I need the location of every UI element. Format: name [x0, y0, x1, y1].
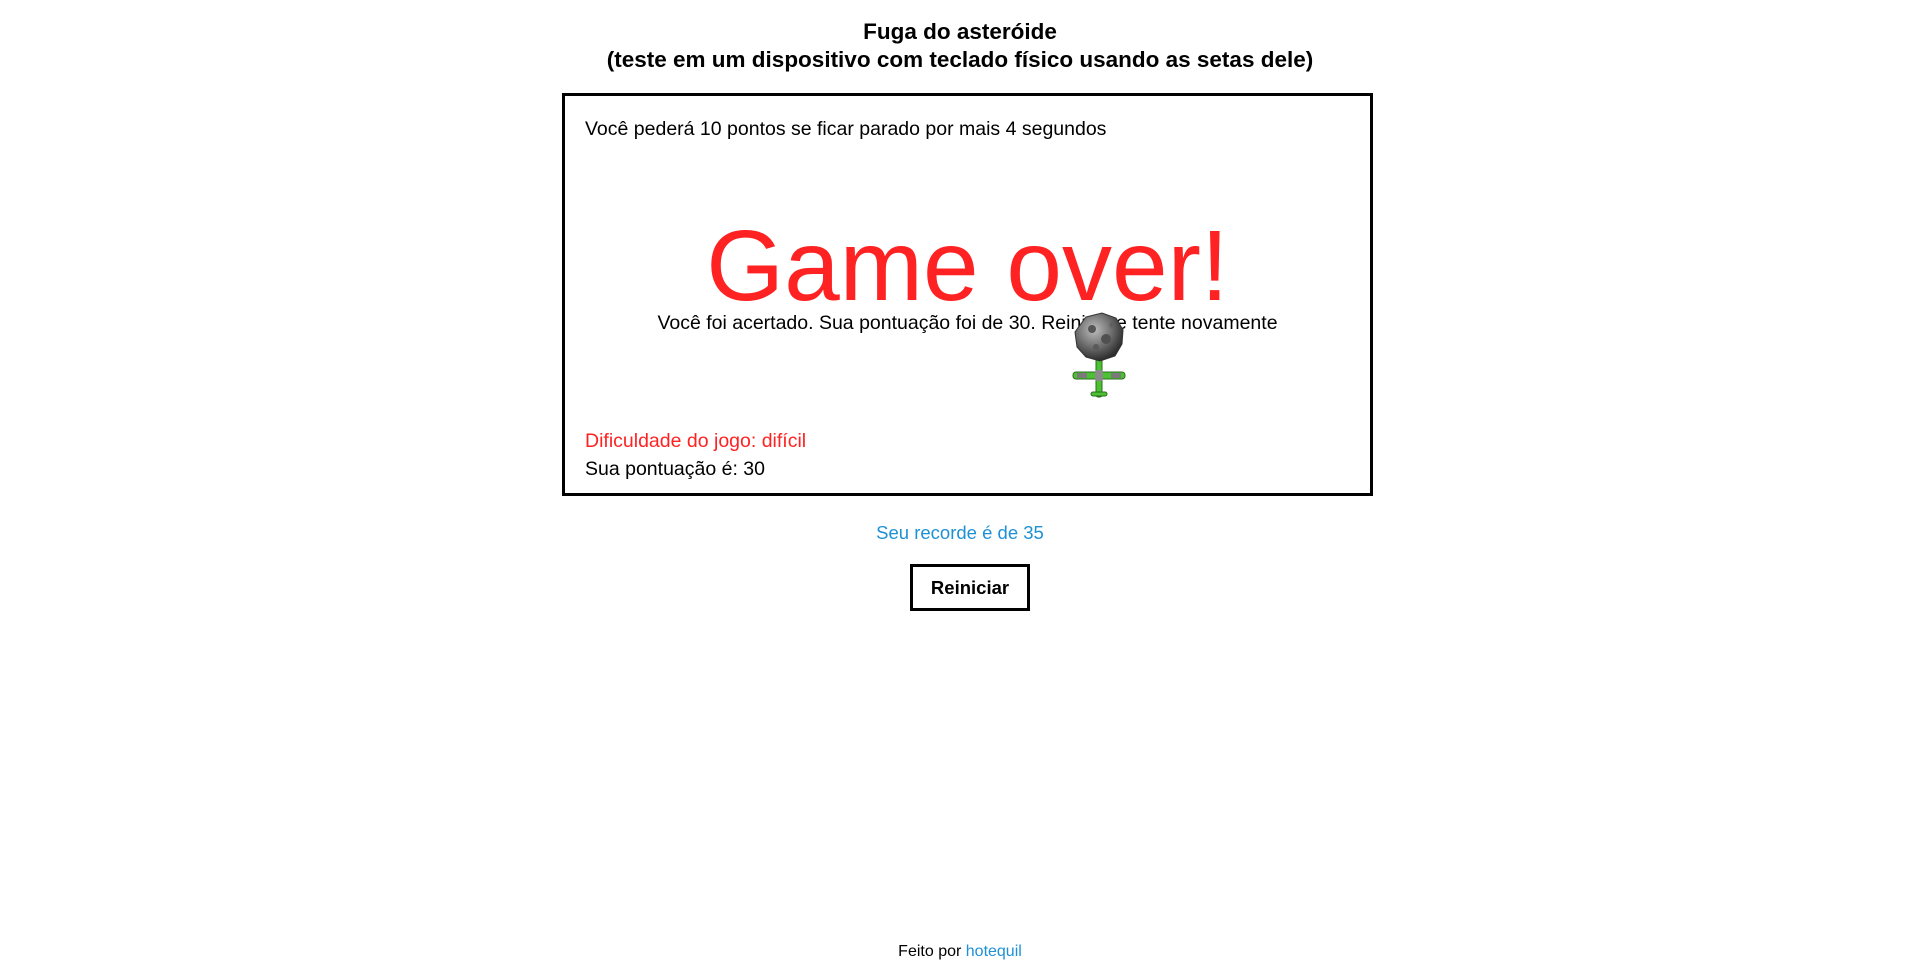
page: Fuga do asteróide (teste em um dispositi…: [0, 0, 1920, 968]
restart-button[interactable]: Reiniciar: [910, 564, 1030, 611]
penalty-warning: Você pederá 10 pontos se ficar parado po…: [585, 118, 1107, 140]
game-area[interactable]: Você pederá 10 pontos se ficar parado po…: [562, 93, 1373, 496]
author-link[interactable]: hotequil: [966, 943, 1022, 960]
game-over-title: Game over!: [706, 210, 1229, 322]
title-subtitle: (teste em um dispositivo com teclado fís…: [606, 47, 1314, 72]
title-main: Fuga do asteróide: [863, 19, 1057, 44]
page-title: Fuga do asteróide (teste em um dispositi…: [0, 18, 1920, 74]
asteroid-icon: [1074, 312, 1124, 362]
game-over-message: Você foi acertado. Sua pontuação foi de …: [657, 312, 1278, 334]
record-label: Seu recorde é de 35: [876, 522, 1044, 543]
footer-made-by: Feito por: [898, 943, 962, 960]
footer: Feito por hotequil: [0, 943, 1920, 961]
score-label: Sua pontuação é: 30: [585, 458, 765, 480]
difficulty-label: Dificuldade do jogo: difícil: [585, 430, 807, 452]
